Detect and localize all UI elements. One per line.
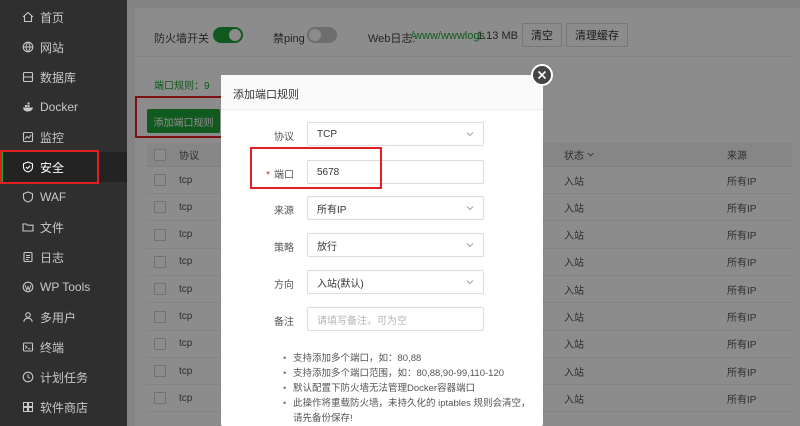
log-icon (21, 251, 34, 264)
sidebar-item-label: 安全 (40, 160, 65, 175)
sidebar: 首页 网站 数据库 Docker 监控 安全 WAF 文件 日志 WP Tool… (0, 0, 127, 426)
tips-list: 支持添加多个端口，如：80,88 支持添加多个端口范围，如：80,88,90-9… (283, 351, 533, 426)
sidebar-item-label: 首页 (40, 10, 65, 25)
tip-item: 默认配置下防火墙无法管理Docker容器端口 (283, 381, 533, 396)
source-label: 来源 (274, 206, 294, 217)
sidebar-item-label: 网站 (40, 40, 65, 55)
protocol-label: 协议 (274, 132, 294, 143)
sidebar-item-label: 日志 (40, 250, 65, 265)
close-icon (537, 70, 547, 80)
sidebar-item-label: WAF (40, 190, 67, 204)
users-icon (21, 311, 34, 324)
strategy-select[interactable]: 放行 (307, 233, 484, 257)
monitor-icon (21, 131, 34, 144)
database-icon (21, 71, 34, 84)
globe-icon (21, 41, 34, 54)
wordpress-icon (21, 281, 34, 294)
strategy-label: 策略 (274, 243, 294, 254)
sidebar-item-label: Docker (40, 100, 79, 114)
shield-icon (21, 161, 34, 174)
port-input[interactable]: 5678 (307, 160, 484, 184)
add-port-rule-dialog: 添加端口规则 协议 TCP * 端口 5678 来源 所有IP 策略 放行 方向 … (221, 75, 543, 426)
sidebar-item-label: 计划任务 (40, 370, 89, 385)
sidebar-item-label: WP Tools (40, 280, 91, 294)
waf-icon (21, 191, 34, 204)
sidebar-item-label: 终端 (40, 340, 65, 355)
sidebar-item-terminal[interactable]: 终端 (0, 332, 127, 362)
sidebar-item-logs[interactable]: 日志 (0, 242, 127, 272)
sidebar-item-files[interactable]: 文件 (0, 212, 127, 242)
protocol-select[interactable]: TCP (307, 122, 484, 146)
chevron-down-icon (466, 243, 474, 248)
sidebar-item-cron[interactable]: 计划任务 (0, 362, 127, 392)
clock-icon (21, 371, 34, 384)
sidebar-item-multi-user[interactable]: 多用户 (0, 302, 127, 332)
required-mark: * (266, 170, 270, 181)
store-icon (21, 401, 34, 414)
terminal-icon (21, 341, 34, 354)
dialog-title: 添加端口规则 (233, 89, 299, 101)
sidebar-item-label: 多用户 (40, 310, 77, 325)
sidebar-item-store[interactable]: 软件商店 (0, 392, 127, 422)
folder-icon (21, 221, 34, 234)
sidebar-item-docker[interactable]: Docker (0, 92, 127, 122)
sidebar-item-label: 软件商店 (40, 400, 89, 415)
sidebar-item-waf[interactable]: WAF (0, 182, 127, 212)
docker-icon (21, 101, 34, 114)
tip-item: 支持添加多个端口，如：80,88 (283, 351, 533, 366)
remark-input[interactable]: 请填写备注，可为空 (307, 307, 484, 331)
sidebar-item-label: 数据库 (40, 70, 77, 85)
source-select[interactable]: 所有IP (307, 196, 484, 220)
sidebar-item-website[interactable]: 网站 (0, 32, 127, 62)
sidebar-item-database[interactable]: 数据库 (0, 62, 127, 92)
home-icon (21, 11, 34, 24)
sidebar-item-label: 文件 (40, 220, 65, 235)
remark-label: 备注 (274, 317, 294, 328)
direction-select[interactable]: 入站(默认) (307, 270, 484, 294)
sidebar-item-wp-tools[interactable]: WP Tools (0, 272, 127, 302)
direction-label: 方向 (274, 280, 294, 291)
sidebar-item-security[interactable]: 安全 (0, 152, 127, 182)
tip-item: 支持添加多个端口范围，如：80,88,90-99,110-120 (283, 366, 533, 381)
tip-item: 此操作将重载防火墙，未持久化的 iptables 规则会清空，请先备份保存! (283, 396, 533, 426)
sidebar-item-label: 监控 (40, 130, 65, 145)
close-dialog-button[interactable] (531, 64, 553, 86)
sidebar-item-monitor[interactable]: 监控 (0, 122, 127, 152)
dialog-header: 添加端口规则 (221, 75, 543, 110)
chevron-down-icon (466, 280, 474, 285)
port-label: * 端口 (266, 170, 294, 181)
chevron-down-icon (466, 206, 474, 211)
chevron-down-icon (466, 132, 474, 137)
sidebar-item-home[interactable]: 首页 (0, 2, 127, 32)
